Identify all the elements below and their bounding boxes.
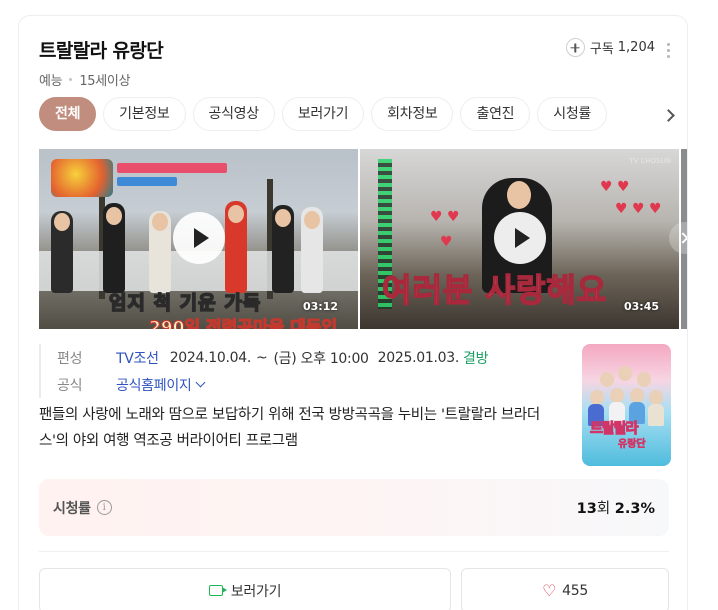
program-card: 트랄랄라 유랑단 예능 15세이상 구독 1,204 전체 기본정보 공식영상 보러가… (18, 15, 688, 610)
play-icon[interactable] (493, 212, 546, 264)
cast-body (648, 404, 664, 426)
heart-decoration: ♥ ♥ ♥ (615, 201, 662, 217)
person-head (106, 207, 122, 225)
poster-subtitle: 유랑단 (618, 439, 646, 451)
tab-ratings[interactable]: 시청률 (537, 97, 607, 131)
more-options-icon[interactable] (667, 43, 671, 59)
video-carousel: 엄지 척 기운 가득 290일 전력공마을 대동입 03:12 ♥ ♥ ♥ ♥ … (39, 149, 687, 329)
date-range-separator: ~ (256, 349, 268, 366)
person-head (507, 181, 531, 209)
official-label: 공식 (57, 377, 83, 394)
person-head (275, 209, 291, 227)
subscriber-count: 1,204 (617, 40, 655, 55)
heart-icon: ♡ (542, 580, 557, 600)
broadcast-row: 편성 TV조선 2024.10.04. ~ (금) 오후 10:00 2025.… (39, 344, 579, 371)
channel-link[interactable]: TV조선 (116, 348, 159, 368)
video-caption: 엄지 척 기운 가득 (108, 291, 262, 315)
heart-decoration: ♥ ♥ (430, 209, 460, 225)
video-caption-sub: 290일 전력공마을 대동입 (148, 317, 338, 329)
tab-cast[interactable]: 출연진 (460, 97, 531, 131)
caption-banner (117, 163, 227, 173)
plus-icon (565, 38, 585, 57)
play-icon[interactable] (172, 212, 225, 264)
chevron-down-icon[interactable] (196, 377, 206, 388)
person-head (228, 205, 244, 223)
program-description: 팬들의 사랑에 노래와 땀으로 보답하기 위해 전국 방방곡곡을 누비는 '트랄… (39, 407, 540, 449)
genre-label: 예능 (39, 74, 63, 89)
program-header: 트랄랄라 유랑단 예능 15세이상 (39, 36, 164, 89)
show-logo-badge (51, 159, 113, 197)
subscribe-button[interactable]: 구독 1,204 (565, 38, 655, 57)
episode-suffix: 회 (596, 501, 611, 517)
like-count: 455 (562, 582, 588, 599)
age-rating-label: 15세이상 (79, 74, 131, 89)
cast-head (649, 390, 663, 405)
tab-bar: 전체 기본정보 공식영상 보러가기 회차정보 출연진 시청률 (39, 97, 659, 131)
air-schedule: (금) 오후 10:00 (273, 350, 369, 367)
person-head (152, 213, 168, 231)
divider (39, 551, 669, 552)
separator-dot (69, 78, 73, 81)
tab-basic-info[interactable]: 기본정보 (103, 97, 186, 131)
video-caption: 여러분 사랑해요 (381, 270, 608, 310)
ratings-bar[interactable]: 시청률 i 13회 2.3% (39, 479, 669, 536)
video-duration: 03:12 (302, 300, 338, 313)
cast-head (590, 390, 604, 405)
heart-decoration: ♥ ♥ (600, 179, 630, 195)
start-date: 2024.10.04. (169, 349, 252, 366)
end-date: 2025.01.03. (377, 349, 460, 366)
ratings-value: 13회 2.3% (577, 497, 655, 518)
watch-button[interactable]: 보러가기 (39, 568, 451, 610)
cast-head (610, 388, 624, 403)
person-head (54, 213, 70, 231)
info-icon[interactable]: i (96, 500, 112, 515)
cast-head (600, 372, 614, 387)
official-row: 공식 공식홈페이지 (39, 371, 579, 398)
caption-banner (117, 177, 177, 186)
program-title[interactable]: 트랄랄라 유랑단 (39, 36, 164, 63)
tab-fade (619, 97, 669, 131)
cast-head (637, 372, 651, 387)
episode-number: 13 (576, 501, 597, 517)
tab-official-video[interactable]: 공식영상 (192, 97, 275, 131)
heart-decoration: ♥ (440, 234, 453, 250)
homepage-link[interactable]: 공식홈페이지 (116, 375, 192, 395)
watch-label: 보러가기 (230, 583, 282, 600)
video-thumbnail[interactable]: 엄지 척 기운 가득 290일 전력공마을 대동입 03:12 (39, 149, 358, 329)
cast-head (618, 366, 632, 381)
ratings-label: 시청률 (53, 500, 91, 517)
subscribe-label: 구독 (589, 42, 614, 57)
program-info: 편성 TV조선 2024.10.04. ~ (금) 오후 10:00 2025.… (39, 344, 579, 454)
like-button[interactable]: ♡ 455 (461, 568, 669, 610)
program-poster[interactable]: 트랄랄라 유랑단 (582, 344, 671, 466)
broadcaster-watermark: TV CHOSUN (629, 157, 671, 165)
tab-episodes[interactable]: 회차정보 (371, 97, 454, 131)
broadcast-label: 편성 (57, 350, 83, 367)
program-meta: 예능 15세이상 (39, 70, 163, 89)
video-camera-icon (208, 585, 227, 596)
video-thumbnail[interactable]: ♥ ♥ ♥ ♥ ♥ ♥ ♥ ♥ TV CHOSUN 여러분 사랑해요 03:45 (360, 149, 679, 329)
tab-watch[interactable]: 보러가기 (281, 97, 365, 131)
cast-head (630, 388, 644, 403)
status-badge: 결방 (462, 350, 489, 367)
rating-percent: 2.3% (614, 501, 655, 517)
video-duration: 03:45 (623, 300, 659, 313)
tab-all[interactable]: 전체 (39, 97, 97, 131)
person-head (304, 211, 320, 229)
